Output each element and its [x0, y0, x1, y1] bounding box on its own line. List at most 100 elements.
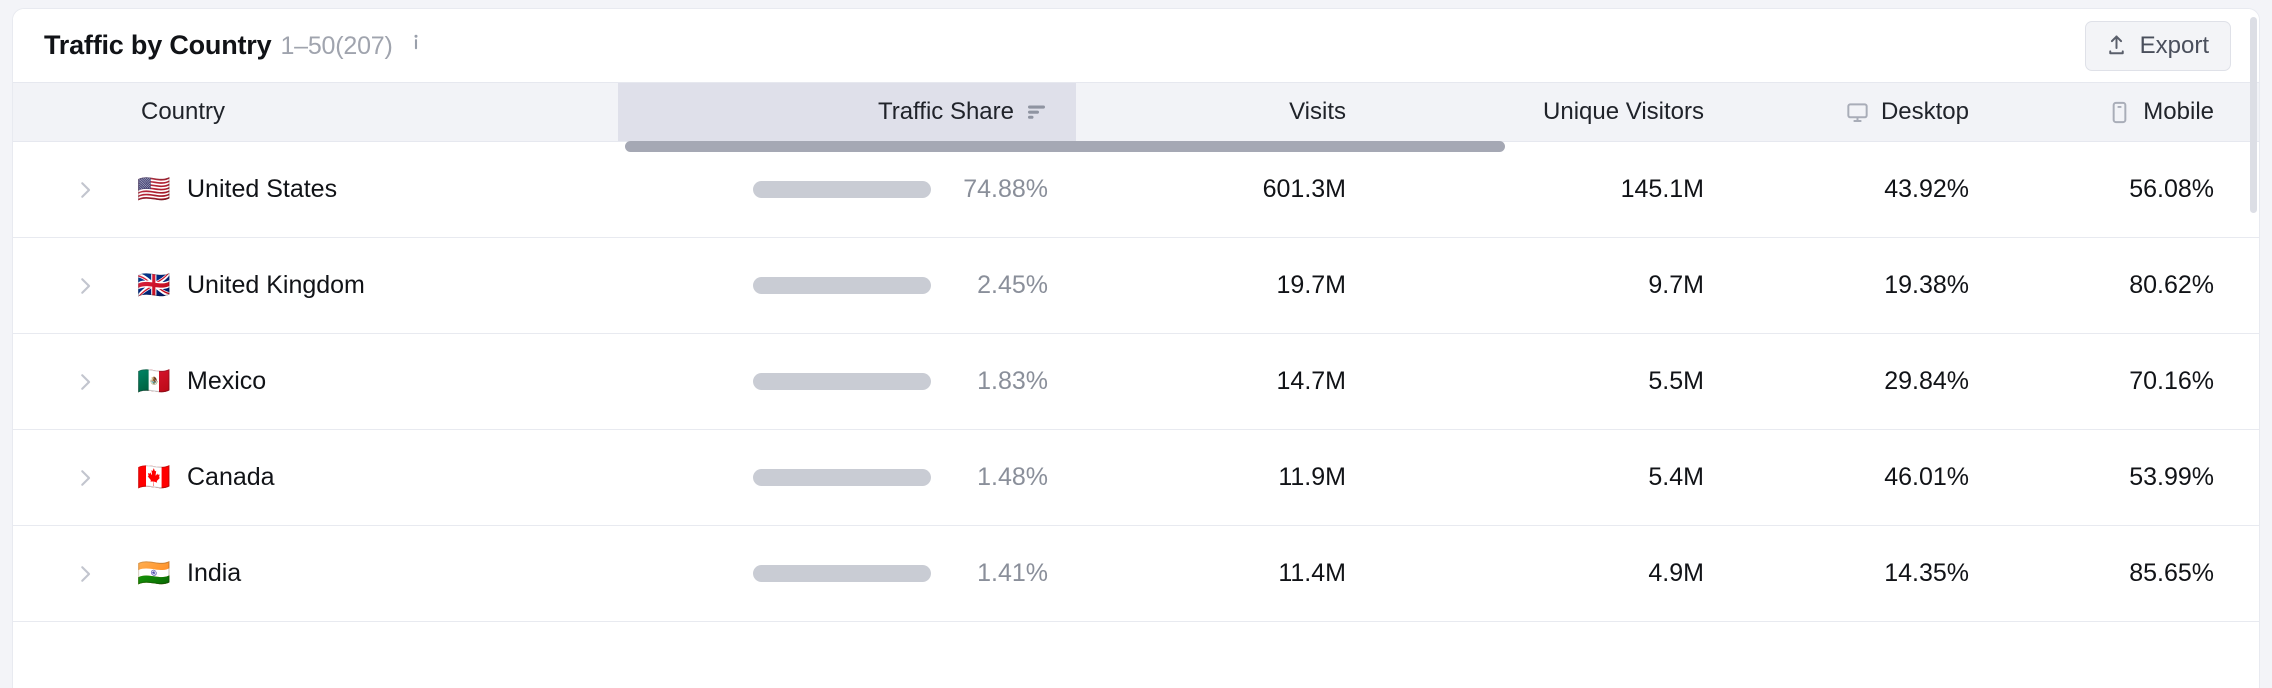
traffic-share-bar: [753, 469, 931, 486]
export-button-label: Export: [2139, 31, 2209, 59]
title-group: Traffic by Country 1–50(207): [44, 30, 426, 61]
cell-mobile: 80.62%: [1999, 238, 2249, 333]
visits-value: 19.7M: [1276, 271, 1346, 299]
traffic-share-bar: [753, 373, 931, 390]
horizontal-scrollbar-track[interactable]: [13, 141, 2259, 152]
traffic-share-bar: [753, 277, 931, 294]
column-header-traffic-share[interactable]: Traffic Share: [618, 83, 1076, 141]
table-row[interactable]: 🇲🇽 Mexico 1.83% 14.7M 5.5M 29.84% 70.16%: [13, 334, 2259, 430]
traffic-share-value: 74.88%: [963, 175, 1048, 203]
cell-country: 🇮🇳 India: [13, 526, 618, 621]
vertical-scrollbar-thumb[interactable]: [2250, 17, 2257, 213]
column-header-mobile[interactable]: Mobile: [1999, 83, 2249, 141]
table-row[interactable]: 🇨🇦 Canada 1.48% 11.9M 5.4M 46.01% 53.99%: [13, 430, 2259, 526]
cell-visits: 11.4M: [1076, 526, 1376, 621]
result-range: 1–50(207): [280, 32, 393, 60]
desktop-value: 19.38%: [1884, 271, 1969, 299]
visits-value: 11.9M: [1278, 463, 1346, 491]
traffic-share-bar: [753, 181, 931, 198]
table-row[interactable]: 🇬🇧 United Kingdom 2.45% 19.7M 9.7M 19.38% 80.6…: [13, 238, 2259, 334]
table-row[interactable]: 🇺🇸 United States 74.88% 601.3M 145.1M 43.92% 5…: [13, 142, 2259, 238]
cell-unique-visitors: 5.5M: [1376, 334, 1734, 429]
country-flag-icon: 🇨🇦: [137, 462, 171, 492]
chevron-right-icon[interactable]: [61, 371, 109, 393]
page-title: Traffic by Country: [44, 30, 272, 60]
column-header-country-label: Country: [141, 98, 226, 125]
table-header-row: Country Traffic Share Visits Unique Visi…: [13, 82, 2259, 152]
desktop-value: 43.92%: [1884, 175, 1969, 203]
column-header-mobile-label: Mobile: [2143, 98, 2214, 125]
cell-mobile: 85.65%: [1999, 526, 2249, 621]
info-icon[interactable]: [406, 32, 426, 52]
mobile-value: 53.99%: [2129, 463, 2214, 491]
column-header-traffic-share-label: Traffic Share: [877, 98, 1014, 125]
export-button[interactable]: Export: [2084, 20, 2231, 71]
chevron-right-icon[interactable]: [61, 467, 109, 489]
cell-mobile: 70.16%: [1999, 334, 2249, 429]
cell-unique-visitors: 5.4M: [1376, 430, 1734, 525]
cell-traffic-share: 1.41%: [618, 526, 1076, 621]
visits-value: 14.7M: [1276, 367, 1346, 395]
mobile-value: 85.65%: [2129, 559, 2214, 587]
desktop-value: 46.01%: [1884, 463, 1969, 491]
desktop-value: 14.35%: [1884, 559, 1969, 587]
mobile-value: 80.62%: [2129, 271, 2214, 299]
country-name: United States: [187, 175, 338, 203]
unique-visitors-value: 5.4M: [1648, 463, 1704, 491]
traffic-share-value: 2.45%: [977, 271, 1048, 299]
cell-desktop: 19.38%: [1734, 238, 1999, 333]
country-flag-icon: 🇲🇽: [137, 366, 171, 396]
traffic-share-value: 1.41%: [977, 559, 1048, 587]
cell-desktop: 46.01%: [1734, 430, 1999, 525]
unique-visitors-value: 4.9M: [1648, 559, 1704, 587]
cell-mobile: 53.99%: [1999, 430, 2249, 525]
desktop-value: 29.84%: [1884, 367, 1969, 395]
chevron-right-icon[interactable]: [61, 179, 109, 201]
mobile-phone-icon: [2107, 100, 2132, 125]
desktop-monitor-icon: [1845, 100, 1870, 125]
cell-traffic-share: 1.83%: [618, 334, 1076, 429]
cell-desktop: 29.84%: [1734, 334, 1999, 429]
unique-visitors-value: 145.1M: [1620, 175, 1704, 203]
visits-value: 11.4M: [1278, 559, 1346, 587]
cell-unique-visitors: 4.9M: [1376, 526, 1734, 621]
traffic-share-bar: [753, 565, 931, 582]
sort-descending-icon[interactable]: [1026, 103, 1048, 121]
country-name: India: [187, 559, 242, 587]
chevron-right-icon[interactable]: [61, 275, 109, 297]
column-header-desktop-label: Desktop: [1880, 98, 1969, 125]
column-header-unique-visitors-label: Unique Visitors: [1543, 98, 1704, 125]
cell-desktop: 14.35%: [1734, 526, 1999, 621]
cell-visits: 19.7M: [1076, 238, 1376, 333]
cell-visits: 14.7M: [1076, 334, 1376, 429]
country-flag-icon: 🇬🇧: [137, 270, 171, 300]
chevron-right-icon[interactable]: [61, 563, 109, 585]
mobile-value: 56.08%: [2129, 175, 2214, 203]
traffic-share-value: 1.48%: [977, 463, 1048, 491]
column-header-visits-label: Visits: [1289, 98, 1346, 125]
table-row[interactable]: 🇮🇳 India 1.41% 11.4M 4.9M 14.35% 85.65%: [13, 526, 2259, 622]
unique-visitors-value: 5.5M: [1648, 367, 1704, 395]
cell-traffic-share: 1.48%: [618, 430, 1076, 525]
column-header-unique-visitors[interactable]: Unique Visitors: [1376, 83, 1734, 141]
cell-unique-visitors: 9.7M: [1376, 238, 1734, 333]
country-name: United Kingdom: [187, 271, 365, 299]
cell-visits: 11.9M: [1076, 430, 1376, 525]
cell-country: 🇺🇸 United States: [13, 142, 618, 237]
traffic-by-country-card: Traffic by Country 1–50(207) Export Coun…: [12, 8, 2260, 688]
vertical-scrollbar-track[interactable]: [2247, 17, 2257, 688]
cell-visits: 601.3M: [1076, 142, 1376, 237]
column-header-visits[interactable]: Visits: [1076, 83, 1376, 141]
country-name: Canada: [187, 463, 275, 491]
cell-unique-visitors: 145.1M: [1376, 142, 1734, 237]
country-name: Mexico: [187, 367, 267, 395]
page-root: Traffic by Country 1–50(207) Export Coun…: [0, 0, 2272, 688]
traffic-share-value: 1.83%: [977, 367, 1048, 395]
visits-value: 601.3M: [1262, 175, 1346, 203]
cell-country: 🇲🇽 Mexico: [13, 334, 618, 429]
cell-country: 🇬🇧 United Kingdom: [13, 238, 618, 333]
column-header-desktop[interactable]: Desktop: [1734, 83, 1999, 141]
cell-traffic-share: 74.88%: [618, 142, 1076, 237]
column-header-country[interactable]: Country: [13, 83, 618, 141]
horizontal-scrollbar-thumb[interactable]: [625, 141, 1505, 152]
